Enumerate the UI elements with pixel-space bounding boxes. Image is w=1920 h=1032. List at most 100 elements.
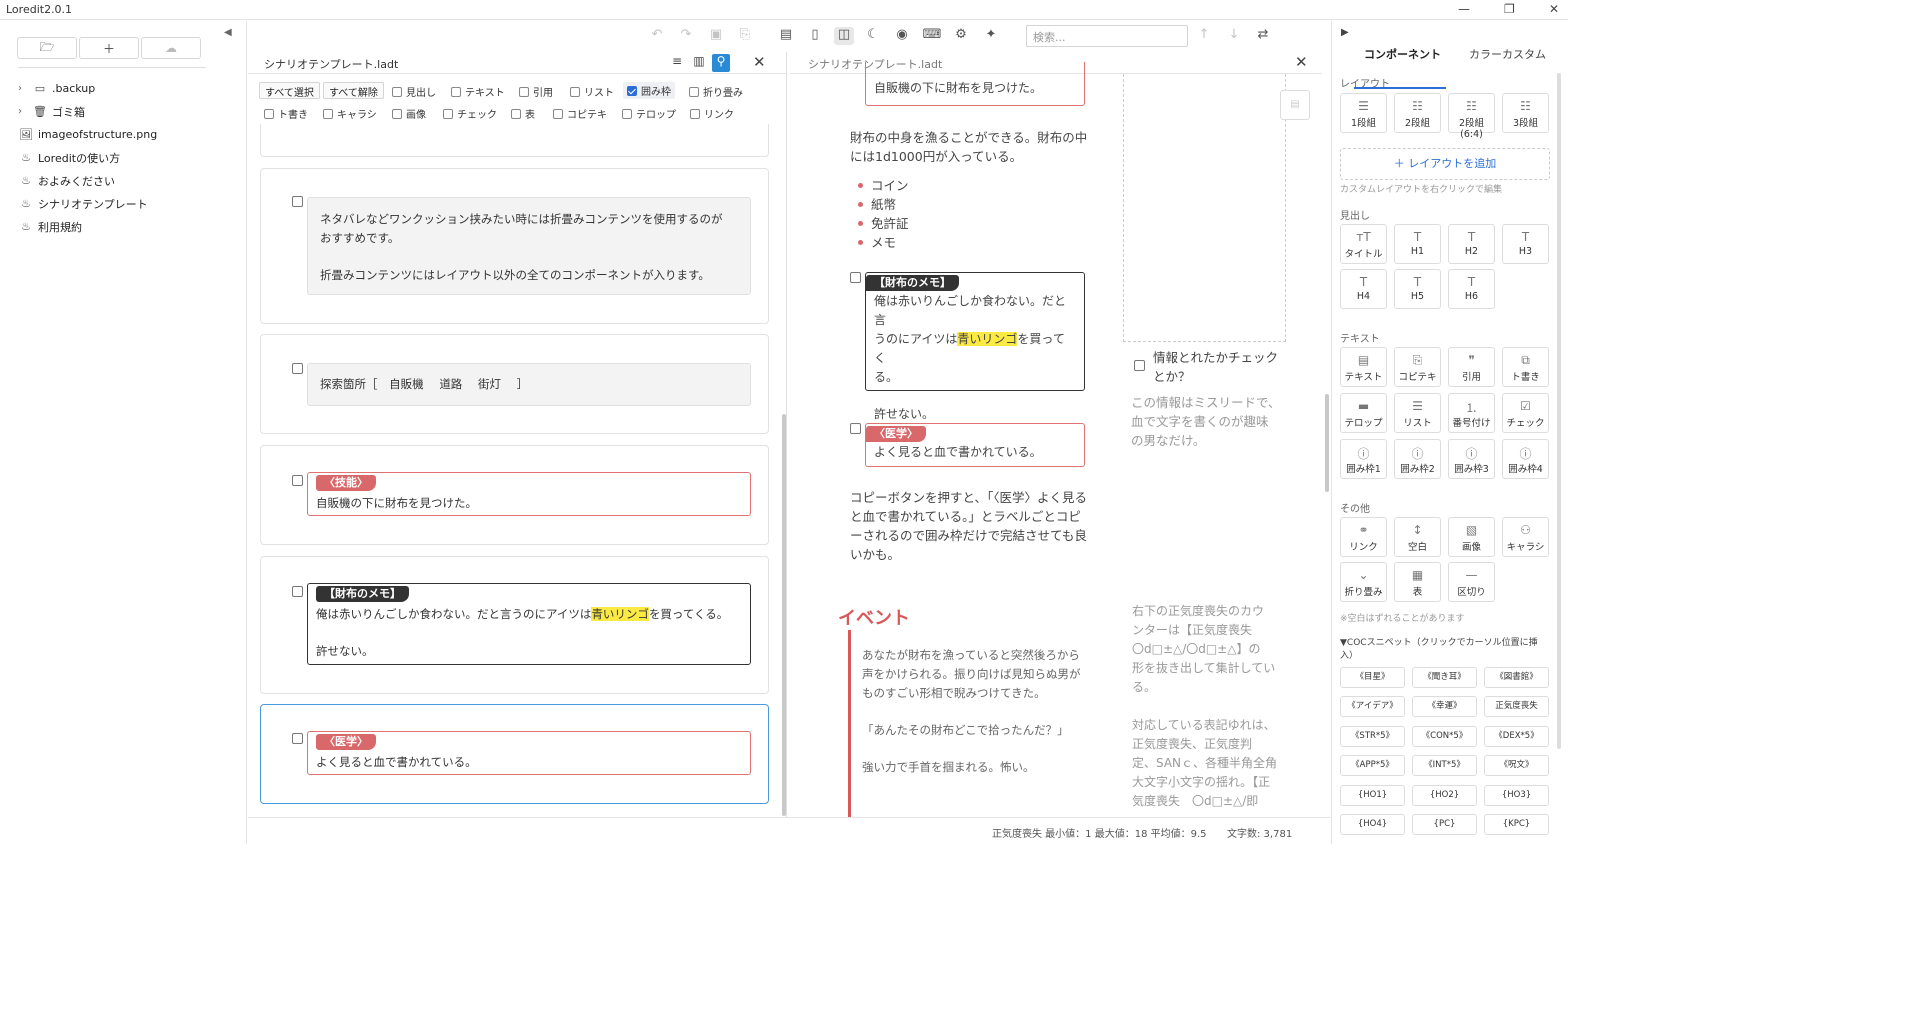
snippet-button[interactable]: 《呪文》 [1484, 755, 1549, 776]
search-next-icon[interactable]: ↓ [1224, 27, 1244, 45]
component-card-selected[interactable]: 〈医学〉 よく見ると血で書かれている。 [260, 704, 769, 804]
close-tab-icon[interactable]: ✕ [753, 53, 766, 71]
card-checkbox[interactable] [292, 196, 303, 207]
filter-fold[interactable]: 折り畳み [689, 84, 743, 99]
tree-item-doc[interactable]: ♨ およみください [0, 169, 240, 192]
layout-2col-64-button[interactable]: ☷ 2段組(6:4) [1448, 93, 1495, 140]
snippet-button[interactable]: 正気度喪失 [1484, 696, 1549, 717]
search-prev-icon[interactable]: ↑ [1194, 27, 1214, 45]
layout-1col-button[interactable]: ☰ 1段組 [1340, 93, 1387, 133]
card-checkbox[interactable] [292, 475, 303, 486]
snippet-button[interactable]: {HO4} [1340, 814, 1405, 835]
close-window-icon[interactable]: ✕ [1549, 2, 1559, 16]
settings-gear-icon[interactable]: ⚙ [951, 27, 971, 45]
expand-panel-icon[interactable]: ▶ [1341, 27, 1349, 38]
charasheet-button[interactable]: ⚇ キャラシ [1502, 517, 1549, 557]
snippet-button[interactable]: 《図書館》 [1484, 667, 1549, 688]
card-checkbox[interactable] [292, 733, 303, 744]
medicine-checkbox[interactable] [850, 423, 861, 434]
component-card[interactable]: 探索箇所［ 自販機 道路 街灯 ］ [260, 334, 769, 434]
filter-copytext[interactable]: コピテキ [553, 106, 607, 121]
filter-icon[interactable]: ⚲ [712, 54, 730, 72]
chevron-right-icon[interactable]: › [18, 83, 32, 94]
image-button[interactable]: ▧ 画像 [1448, 517, 1495, 557]
filter-heading[interactable]: 見出し [392, 84, 436, 99]
snippet-button[interactable]: 《INT*5》 [1412, 755, 1477, 776]
tree-item-doc[interactable]: ♨ 利用規約 [0, 215, 240, 238]
preview-scrollbar[interactable] [1325, 394, 1329, 492]
redo-icon[interactable]: ↷ [676, 27, 696, 45]
card-checkbox[interactable] [292, 586, 303, 597]
tree-item-image[interactable]: 🖼 imageofstructure.png [0, 123, 240, 146]
skill-box[interactable]: 〈技能〉 自販機の下に財布を見つけた。 [307, 472, 751, 516]
filter-quote[interactable]: 引用 [519, 84, 553, 99]
split-view-icon[interactable]: ◫ [834, 27, 854, 45]
new-file-button[interactable]: ＋ [79, 37, 139, 59]
filter-link[interactable]: リンク [690, 106, 734, 121]
snippet-button[interactable]: 《聞き耳》 [1412, 667, 1477, 688]
editor-scrollbar[interactable] [782, 414, 786, 816]
heading-h1-button[interactable]: T H1 [1394, 224, 1441, 264]
filter-charasheet[interactable]: キャラシ [323, 106, 377, 121]
panel-scrollbar[interactable] [1557, 73, 1561, 749]
search-input[interactable]: 検索... [1026, 25, 1188, 47]
box4-button[interactable]: ⓘ 囲み枠4 [1502, 439, 1549, 479]
divider-button[interactable]: — 区切り [1448, 562, 1495, 602]
text-button[interactable]: ▤ テキスト [1340, 347, 1387, 387]
snippet-button[interactable]: {HO1} [1340, 785, 1405, 806]
deselect-all-button[interactable]: すべて解除 [323, 82, 384, 99]
save-as-icon[interactable]: ⎘ [735, 27, 755, 45]
numbered-list-button[interactable]: ⒈ 番号付け [1448, 393, 1495, 433]
tree-item-trash[interactable]: › 🗑 ゴミ箱 [0, 100, 240, 123]
togaki-button[interactable]: ⧉ ト書き [1502, 347, 1549, 387]
search-points[interactable]: 探索箇所［ 自販機 道路 街灯 ］ [307, 363, 751, 406]
snippet-button[interactable]: 《STR*5》 [1340, 726, 1405, 747]
heading-h4-button[interactable]: T H4 [1340, 269, 1387, 309]
memo-box[interactable]: 【財布のメモ】 俺は赤いりんごしか食わない。だと言うのにアイツは青いリンゴを買っ… [307, 583, 751, 665]
layout-2col-button[interactable]: ☷ 2段組 [1394, 93, 1441, 133]
component-card[interactable]: 〈技能〉 自販機の下に財布を見つけた。 [260, 445, 769, 545]
layout-3col-button[interactable]: ☷ 3段組 [1502, 93, 1549, 133]
filter-togaki[interactable]: ト書き [264, 106, 308, 121]
heading-h6-button[interactable]: T H6 [1448, 269, 1495, 309]
medicine-box[interactable]: 〈医学〉 よく見ると血で書かれている。 [307, 731, 751, 775]
heading-h2-button[interactable]: T H2 [1448, 224, 1495, 264]
export-pdf-icon[interactable]: ▤ [776, 27, 796, 45]
info-check-checkbox[interactable] [1134, 360, 1145, 371]
telop-button[interactable]: ▬ テロップ [1340, 393, 1387, 433]
component-card[interactable] [260, 124, 769, 157]
cloud-upload-button[interactable]: ☁ [141, 37, 201, 59]
snippet-button[interactable]: 《幸運》 [1412, 696, 1477, 717]
component-card[interactable]: 【財布のメモ】 俺は赤いりんごしか食わない。だと言うのにアイツは青いリンゴを買っ… [260, 556, 769, 694]
filter-table[interactable]: 表 [511, 106, 535, 121]
document-icon[interactable]: ▯ [805, 27, 825, 45]
quote-button[interactable]: ❞ 引用 [1448, 347, 1495, 387]
box1-button[interactable]: ⓘ 囲み枠1 [1340, 439, 1387, 479]
link-button[interactable]: ⚭ リンク [1340, 517, 1387, 557]
replace-icon[interactable]: ⇄ [1253, 27, 1273, 45]
preview-eye-icon[interactable]: ◉ [892, 27, 912, 45]
snippet-button[interactable]: 《APP*5》 [1340, 755, 1405, 776]
layout-icon[interactable]: ▥ [690, 54, 708, 72]
filter-text[interactable]: テキスト [451, 84, 505, 99]
dark-mode-icon[interactable]: ☾ [863, 27, 883, 45]
check-button[interactable]: ☑ チェック [1502, 393, 1549, 433]
box3-button[interactable]: ⓘ 囲み枠3 [1448, 439, 1495, 479]
copytext-button[interactable]: ⎘ コピテキ [1394, 347, 1441, 387]
tree-item-doc[interactable]: ♨ Loreditの使い方 [0, 146, 240, 169]
list-button[interactable]: ☰ リスト [1394, 393, 1441, 433]
select-all-button[interactable]: すべて選択 [259, 82, 320, 99]
maximize-icon[interactable]: ❐ [1504, 2, 1515, 16]
heading-h5-button[interactable]: T H5 [1394, 269, 1441, 309]
chevron-right-icon[interactable]: › [18, 106, 32, 117]
filter-image[interactable]: 画像 [392, 106, 426, 121]
minimize-icon[interactable]: — [1458, 2, 1470, 16]
fold-button[interactable]: ⌄ 折り畳み [1340, 562, 1387, 602]
snippet-button[interactable]: {PC} [1412, 814, 1477, 835]
sort-icon[interactable]: ≡ [668, 54, 686, 72]
tree-item-doc[interactable]: ♨ シナリオテンプレート [0, 192, 240, 215]
add-layout-button[interactable]: ＋ レイアウトを追加 [1340, 148, 1550, 180]
collapse-sidebar-icon[interactable]: ◀ [224, 27, 232, 38]
filter-check[interactable]: チェック [443, 106, 497, 121]
memo-checkbox[interactable] [850, 272, 861, 283]
